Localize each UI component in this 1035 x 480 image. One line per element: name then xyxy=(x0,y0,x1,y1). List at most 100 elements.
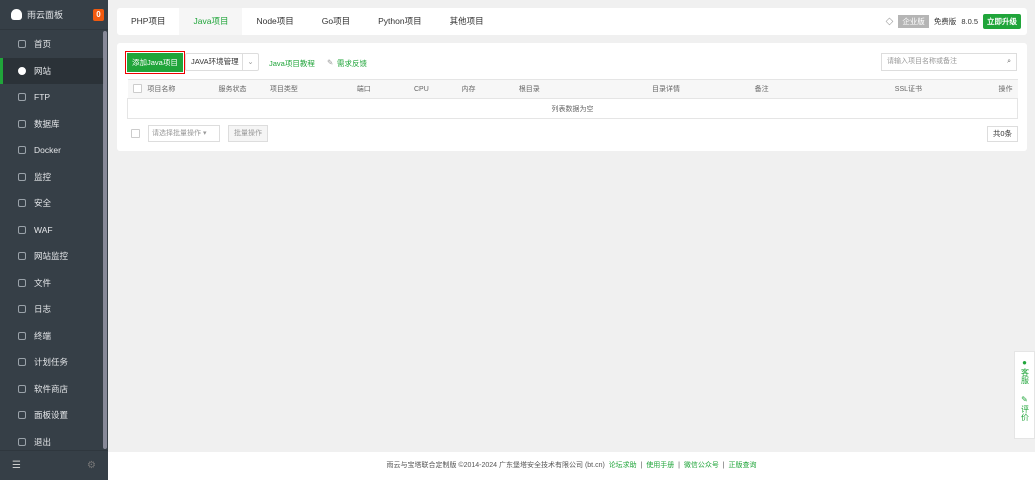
sidebar-item-label: 退出 xyxy=(34,436,52,447)
edit-icon: ✎ xyxy=(327,58,334,67)
service-button[interactable]: ● 客服 xyxy=(1015,358,1034,387)
column-header: 项目类型 xyxy=(269,79,357,99)
sidebar-item-label: 软件商店 xyxy=(34,383,69,394)
enterprise-badge[interactable]: 企业版 xyxy=(898,15,929,28)
sidebar-item[interactable]: 软件商店 xyxy=(0,376,104,403)
wechat-link[interactable]: 微信公众号 xyxy=(684,462,719,469)
sidebar-nav: 首页网站 FTP 数据库 Docker 监控安全 WAF 网站监控文件日志终端 计划任务软件商… xyxy=(0,31,104,455)
collapse-menu-icon[interactable]: ☰ xyxy=(12,460,21,471)
menu-icon xyxy=(18,305,26,314)
select-all-header xyxy=(127,79,148,99)
batch-select-label: 请选择批量操作 xyxy=(152,130,201,137)
batch-operation-select[interactable]: 请选择批量操作 ▾ xyxy=(148,125,220,142)
sidebar-item-label: 数据库 xyxy=(34,118,60,129)
sidebar-item[interactable]: 终端 xyxy=(0,323,104,350)
diamond-icon: ◇ xyxy=(885,16,894,27)
sidebar-item[interactable]: 日志 xyxy=(0,296,104,323)
sidebar-item[interactable]: 文件 xyxy=(0,270,104,297)
notification-badge[interactable]: 0 xyxy=(93,9,104,21)
sidebar-item-label: 面板设置 xyxy=(34,410,69,421)
java-env-label: JAVA环境管理 xyxy=(191,57,239,66)
version-label: 8.0.5 xyxy=(961,17,978,26)
sidebar-item-label: 首页 xyxy=(34,39,52,50)
select-all-checkbox-bottom[interactable] xyxy=(131,129,140,138)
forum-link[interactable]: 论坛求助 xyxy=(609,462,637,469)
sidebar-item-label: Docker xyxy=(34,145,61,156)
projects-table: 项目名称 服务状态 项目类型 端口 CPU 内存 根目录 目录详情 备注 SSL证书 操作 列表数据… xyxy=(127,79,1018,119)
column-header: 项目名称 xyxy=(147,79,219,99)
menu-icon xyxy=(18,278,26,287)
sidebar-item[interactable]: 监控 xyxy=(0,164,104,191)
service-label: 客服 xyxy=(1020,368,1030,384)
tab-other[interactable]: 其他项目 xyxy=(436,8,498,35)
footer: 雨云与宝塔联合定制版 ©2014-2024 广东堡塔安全技术有限公司 (bt.c… xyxy=(108,452,1035,480)
sidebar-item-label: 网站 xyxy=(34,65,52,76)
sidebar-item[interactable]: 首页 xyxy=(0,31,104,58)
logo: 雨云面板 0 xyxy=(0,0,108,30)
menu-icon xyxy=(18,199,26,208)
column-header: 根目录 xyxy=(518,79,653,99)
sidebar-item-label: 监控 xyxy=(34,171,52,182)
settings-gear-icon[interactable]: ⚙ xyxy=(87,460,96,471)
menu-icon xyxy=(18,411,26,420)
sidebar-item[interactable]: FTP xyxy=(0,84,104,111)
sidebar-item[interactable]: 网站监控 xyxy=(0,243,104,270)
menu-icon xyxy=(18,93,26,102)
sidebar-item[interactable]: 面板设置 xyxy=(0,402,104,429)
column-header: 备注 xyxy=(754,79,895,99)
java-projects-panel: 添加Java项目 JAVA环境管理 ⌄ Java项目教程 ✎ 需求反馈 请输入项目… xyxy=(117,43,1027,151)
sidebar-item-label: 日志 xyxy=(34,304,52,315)
menu-icon xyxy=(18,172,26,181)
select-all-checkbox[interactable] xyxy=(132,83,142,93)
column-header: CPU xyxy=(414,79,462,99)
menu-icon xyxy=(18,331,26,340)
menu-icon xyxy=(18,66,26,75)
tab-php[interactable]: PHP项目 xyxy=(117,8,179,35)
tab-python[interactable]: Python项目 xyxy=(364,8,435,35)
sidebar-scrollbar[interactable] xyxy=(103,31,107,449)
logo-icon xyxy=(11,9,22,20)
total-count: 共0条 xyxy=(986,126,1018,142)
search-input[interactable]: 请输入项目名称或备注 ⌕ xyxy=(881,53,1017,71)
menu-icon xyxy=(18,252,26,261)
column-header: SSL证书 xyxy=(894,79,978,99)
chevron-down-icon[interactable]: ⌄ xyxy=(242,54,258,70)
sidebar-item-label: 文件 xyxy=(34,277,52,288)
sidebar-item[interactable]: WAF xyxy=(0,217,104,244)
sidebar: 雨云面板 0 首页网站 FTP 数据库 Docker 监控安全 WAF 网站监控文件日志终端计… xyxy=(0,0,108,480)
free-edition-label: 免费版 xyxy=(933,17,957,26)
menu-icon xyxy=(18,358,26,367)
manual-link[interactable]: 使用手册 xyxy=(646,462,674,469)
column-header: 服务状态 xyxy=(218,79,270,99)
copyright: 雨云与宝塔联合定制版 ©2014-2024 广东堡塔安全技术有限公司 (bt.c… xyxy=(386,462,605,469)
feedback-link[interactable]: 需求反馈 xyxy=(337,58,367,69)
sidebar-item[interactable]: Docker xyxy=(0,137,104,164)
sidebar-item[interactable]: 网站 xyxy=(0,57,104,84)
sidebar-item[interactable]: 计划任务 xyxy=(0,349,104,376)
add-java-project-button[interactable]: 添加Java项目 xyxy=(125,51,185,74)
batch-operation-button[interactable]: 批量操作 xyxy=(228,125,268,142)
tab-go[interactable]: Go项目 xyxy=(308,8,364,35)
menu-icon xyxy=(18,40,26,49)
menu-icon xyxy=(18,119,26,128)
sidebar-item-label: FTP xyxy=(34,92,51,103)
search-placeholder: 请输入项目名称或备注 xyxy=(887,58,957,65)
tab-java[interactable]: Java项目 xyxy=(179,8,243,35)
java-tutorial-link[interactable]: Java项目教程 xyxy=(269,58,315,69)
menu-icon xyxy=(18,384,26,393)
search-icon[interactable]: ⌕ xyxy=(1007,54,1011,70)
tab-node[interactable]: Node项目 xyxy=(242,8,307,35)
license-link[interactable]: 正版查询 xyxy=(729,462,757,469)
sidebar-item[interactable]: 数据库 xyxy=(0,111,104,138)
sidebar-item-label: 安全 xyxy=(34,198,52,209)
empty-message: 列表数据为空 xyxy=(127,98,1018,119)
java-env-dropdown[interactable]: JAVA环境管理 ⌄ xyxy=(185,53,259,71)
review-button[interactable]: ✎ 评价 xyxy=(1015,395,1034,424)
column-header: 内存 xyxy=(461,79,519,99)
project-tabs: PHP项目 Java项目 Node项目 Go项目 Python项目 其他项目 ◇… xyxy=(117,8,1027,35)
upgrade-button[interactable]: 立即升级 xyxy=(983,14,1021,29)
sidebar-item[interactable]: 安全 xyxy=(0,190,104,217)
menu-icon xyxy=(18,437,26,446)
floating-help: ● 客服 ✎ 评价 xyxy=(1014,351,1035,439)
column-header: 操作 xyxy=(977,79,1018,99)
